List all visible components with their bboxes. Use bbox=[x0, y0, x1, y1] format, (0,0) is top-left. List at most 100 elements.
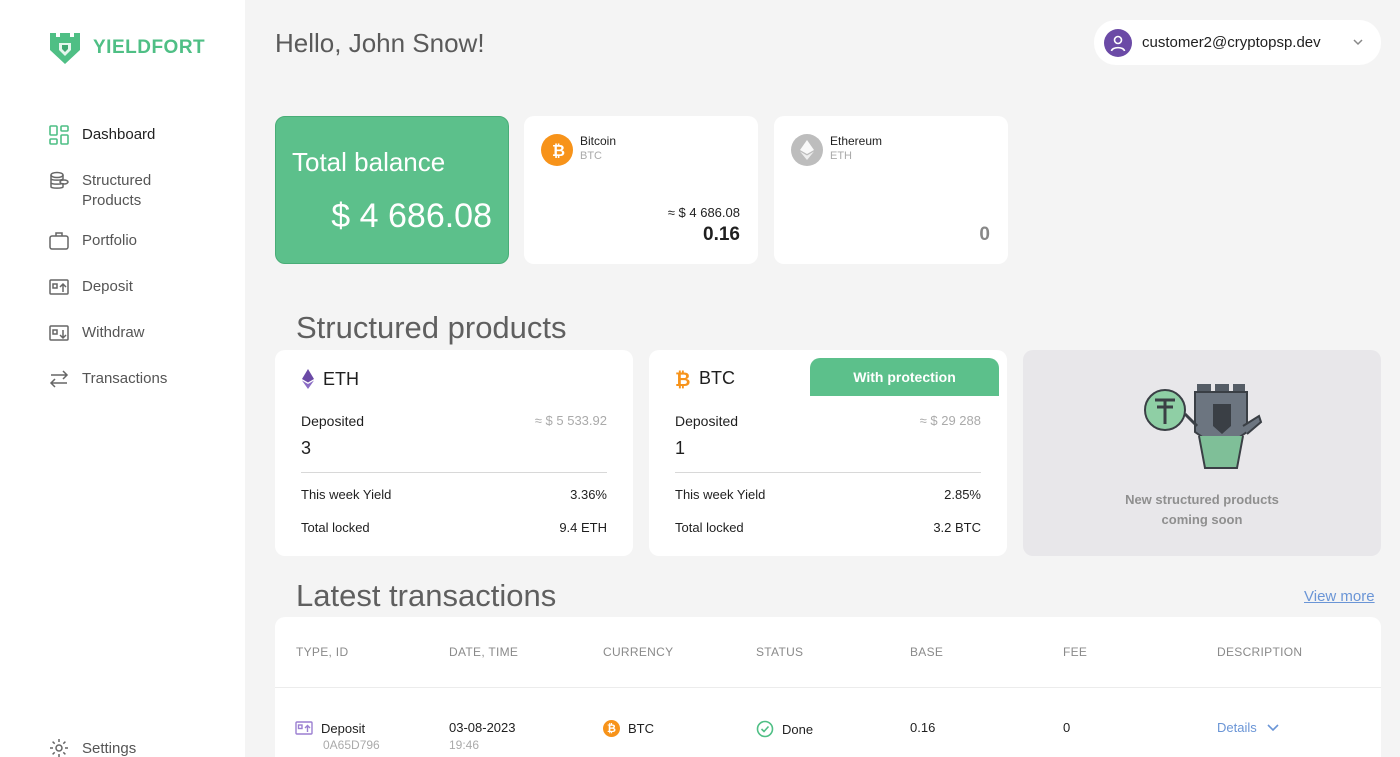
coin-symbol: ETH bbox=[830, 150, 852, 162]
with-protection-tab[interactable]: With protection bbox=[810, 358, 999, 396]
sidebar-item-withdraw[interactable]: Withdraw bbox=[48, 322, 238, 368]
yield-row: This week Yield 3.36% bbox=[301, 487, 607, 502]
locked-value: 3.2 BTC bbox=[933, 520, 981, 535]
chevron-down-icon bbox=[1353, 39, 1363, 46]
yield-row: This week Yield 2.85% bbox=[675, 487, 981, 502]
dashboard-grid-icon bbox=[48, 124, 70, 146]
fortress-mascot-illustration bbox=[1144, 384, 1263, 469]
deposited-label: Deposited bbox=[675, 413, 739, 429]
column-header-date-time[interactable]: DATE, TIME bbox=[449, 645, 518, 659]
tx-base: 0.16 bbox=[910, 720, 936, 735]
view-more-link[interactable]: View more bbox=[1304, 588, 1375, 605]
brand-name: YIELDFORT bbox=[93, 37, 206, 58]
coming-soon-line: New structured products bbox=[1125, 492, 1279, 507]
column-header-status[interactable]: STATUS bbox=[756, 645, 803, 659]
header-divider bbox=[275, 687, 1381, 688]
deposited-label: Deposited bbox=[301, 413, 365, 429]
withdraw-icon bbox=[48, 322, 70, 344]
settings-label: Settings bbox=[82, 739, 137, 757]
total-balance-card: Total balance $ 4 686.08 bbox=[275, 116, 509, 264]
deposit-icon bbox=[48, 276, 70, 298]
sidebar-item-label: Withdraw bbox=[82, 324, 145, 341]
coming-soon-text: New structured products coming soon bbox=[1023, 490, 1381, 530]
ethereum-balance-card[interactable]: Ethereum ETH 0 bbox=[774, 116, 1008, 264]
coin-amount: 0 bbox=[979, 224, 990, 245]
sidebar-item-structured-products[interactable]: Structured Products bbox=[48, 170, 238, 230]
tx-type: Deposit bbox=[321, 720, 366, 736]
deposited-value: 1 bbox=[675, 438, 686, 458]
user-icon bbox=[1110, 35, 1126, 51]
eth-product-card[interactable]: ETH Deposited ≈ $ 5 533.92 3 This week Y… bbox=[275, 350, 633, 556]
coming-soon-card: New structured products coming soon bbox=[1023, 350, 1381, 556]
tx-time: 19:46 bbox=[449, 738, 480, 752]
sidebar-item-label: Deposit bbox=[82, 278, 133, 295]
locked-label: Total locked bbox=[675, 520, 744, 535]
deposited-usd: ≈ $ 5 533.92 bbox=[534, 413, 607, 428]
sidebar-item-label: Structured Products bbox=[82, 172, 152, 209]
sidebar-item-settings[interactable]: Settings bbox=[48, 737, 136, 757]
ethereum-icon bbox=[302, 369, 314, 389]
locked-label: Total locked bbox=[301, 520, 370, 535]
column-header-type-id[interactable]: TYPE, ID bbox=[296, 645, 348, 659]
column-header-currency[interactable]: CURRENCY bbox=[603, 645, 673, 659]
column-header-description[interactable]: DESCRIPTION bbox=[1217, 645, 1302, 659]
tx-currency-cell: ₿ BTC bbox=[603, 720, 654, 737]
deposited-value: 3 bbox=[301, 438, 312, 458]
column-header-base[interactable]: BASE bbox=[910, 645, 943, 659]
sidebar-item-portfolio[interactable]: Portfolio bbox=[48, 230, 238, 276]
total-balance-title: Total balance bbox=[292, 147, 446, 177]
svg-text:₿: ₿ bbox=[552, 141, 565, 159]
chevron-down-icon bbox=[1267, 723, 1279, 731]
fortress-logo-icon bbox=[50, 33, 80, 64]
check-circle-icon bbox=[756, 720, 774, 738]
product-header: ETH bbox=[301, 368, 359, 390]
briefcase-icon bbox=[48, 230, 70, 252]
coin-name: Bitcoin bbox=[580, 134, 617, 148]
coin-usd-value: ≈ $ 4 686.08 bbox=[667, 205, 740, 220]
sidebar-item-transactions[interactable]: Transactions bbox=[48, 368, 238, 414]
yield-label: This week Yield bbox=[301, 487, 392, 502]
sidebar-nav: Dashboard Structured Products Portfolio … bbox=[48, 124, 238, 414]
tx-fee: 0 bbox=[1063, 720, 1071, 735]
svg-text:₿: ₿ bbox=[675, 369, 690, 389]
user-email: customer2@cryptopsp.dev bbox=[1142, 34, 1321, 51]
tx-details-button[interactable]: Details bbox=[1217, 720, 1281, 735]
btc-product-card[interactable]: With protection ₿ BTC Deposited ≈ $ 29 2… bbox=[649, 350, 1007, 556]
bitcoin-balance-card[interactable]: ₿ Bitcoin BTC ≈ $ 4 686.08 0.16 bbox=[524, 116, 758, 264]
coming-soon-line: coming soon bbox=[1161, 512, 1243, 527]
yield-value: 3.36% bbox=[570, 487, 607, 502]
ethereum-icon bbox=[791, 134, 823, 166]
yield-label: This week Yield bbox=[675, 487, 766, 502]
sidebar-item-deposit[interactable]: Deposit bbox=[48, 276, 238, 322]
product-symbol: BTC bbox=[699, 368, 735, 388]
bitcoin-icon: ₿ bbox=[675, 369, 690, 389]
bitcoin-icon: ₿ bbox=[603, 720, 620, 737]
structured-products-title: Structured products bbox=[296, 310, 567, 345]
sidebar-item-dashboard[interactable]: Dashboard bbox=[48, 124, 238, 170]
tx-currency: BTC bbox=[628, 721, 654, 736]
coin-name: Ethereum bbox=[830, 134, 883, 148]
sidebar-item-label: Transactions bbox=[82, 370, 168, 387]
divider bbox=[675, 472, 981, 473]
tx-type-cell: Deposit bbox=[295, 720, 365, 736]
coin-symbol: BTC bbox=[580, 150, 602, 162]
sidebar: YIELDFORT Dashboard Structured Products … bbox=[0, 0, 245, 757]
page-greeting: Hello, John Snow! bbox=[275, 28, 485, 58]
locked-row: Total locked 9.4 ETH bbox=[301, 520, 607, 535]
column-header-fee[interactable]: FEE bbox=[1063, 645, 1087, 659]
user-menu-button[interactable]: customer2@cryptopsp.dev bbox=[1094, 20, 1381, 65]
tx-status: Done bbox=[782, 721, 814, 737]
sidebar-item-label: Dashboard bbox=[82, 126, 156, 143]
product-header: ₿ BTC bbox=[675, 368, 735, 389]
coin-amount: 0.16 bbox=[703, 224, 740, 245]
tx-status-cell: Done bbox=[756, 720, 813, 738]
deposit-icon bbox=[295, 721, 313, 735]
locked-value: 9.4 ETH bbox=[559, 520, 607, 535]
yield-value: 2.85% bbox=[944, 487, 981, 502]
coin-stack-icon bbox=[48, 170, 70, 192]
avatar bbox=[1104, 28, 1132, 57]
brand-logo[interactable]: YIELDFORT bbox=[47, 30, 205, 66]
transactions-table: TYPE, ID DATE, TIME CURRENCY STATUS BASE… bbox=[275, 617, 1381, 757]
tx-details-label: Details bbox=[1217, 720, 1257, 735]
tx-id: 0A65D796 bbox=[323, 738, 380, 752]
